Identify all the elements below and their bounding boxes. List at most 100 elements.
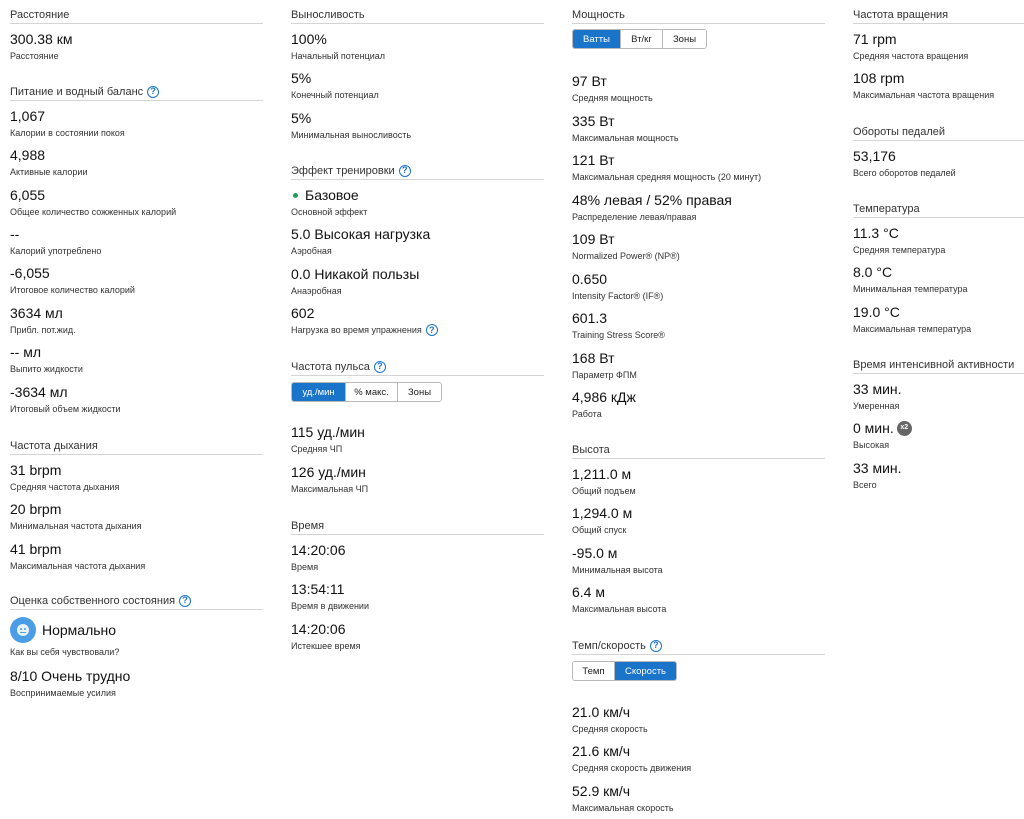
pace-speed-section: Темп/скорость ? Темп Скорость 21.0 км/ч С… <box>572 636 825 813</box>
stat-label: Максимальная частота вращения <box>853 90 995 100</box>
help-circle-icon[interactable]: ? <box>179 594 192 607</box>
stat-primary-effect: Базовое Основной эффект <box>291 186 544 218</box>
stat-min-stamina: 5% Минимальная выносливость <box>291 109 544 141</box>
stat-value: 168 Вт <box>572 350 615 366</box>
stat-value: 1,294.0 м <box>572 505 633 521</box>
stat-value: 14:20:06 <box>291 542 346 558</box>
stat-value: 1,211.0 м <box>572 466 632 482</box>
stat-value: 21.6 км/ч <box>572 743 631 759</box>
stat-value: Нормально <box>42 622 117 638</box>
stat-net-calories: -6,055 Итоговое количество калорий <box>10 264 263 296</box>
stat-value: 0.650 <box>572 271 608 287</box>
section-title: Эффект тренировки ? <box>291 161 544 180</box>
help-circle-icon[interactable]: ? <box>649 639 662 652</box>
stat-min-elevation: -95.0 м Минимальная высота <box>572 544 825 576</box>
stat-value: -- мл <box>10 344 42 360</box>
tab-watts[interactable]: Ватты <box>573 30 621 48</box>
stat-label: Минимальная высота <box>572 565 663 575</box>
section-title: Обороты педалей <box>853 122 1024 141</box>
tab-watts-per-kg[interactable]: Вт/кг <box>621 30 663 48</box>
section-title: Частота пульса ? <box>291 357 544 376</box>
tab-speed[interactable]: Скорость <box>615 662 676 680</box>
stat-value: 6,055 <box>10 187 46 203</box>
breathing-section: Частота дыхания 31 brpm Средняя частота д… <box>10 436 263 571</box>
stat-label: Общий спуск <box>572 525 627 535</box>
stat-label: Умеренная <box>853 401 900 411</box>
stat-label: Максимальная средняя мощность (20 минут) <box>572 172 762 182</box>
tab-pace[interactable]: Темп <box>573 662 615 680</box>
stat-value: 6.4 м <box>572 584 605 600</box>
stat-label: Распределение левая/правая <box>572 212 697 222</box>
stat-moving-time: 13:54:11 Время в движении <box>291 580 544 612</box>
stat-label: Высокая <box>853 440 890 450</box>
temperature-section: Температура 11.3 °C Средняя температура 8… <box>853 199 1024 334</box>
section-title: Выносливость <box>291 5 544 24</box>
stat-label: Итоговый объем жидкости <box>10 404 121 414</box>
stat-value: 108 rpm <box>853 70 905 86</box>
pedal-strokes-section: Обороты педалей 53,176 Всего оборотов пед… <box>853 122 1024 178</box>
stat-value: 21.0 км/ч <box>572 704 631 720</box>
stat-max-breathing: 41 brpm Максимальная частота дыхания <box>10 540 263 572</box>
stat-elapsed-time: 14:20:06 Истекшее время <box>291 620 544 652</box>
stat-start-stamina: 100% Начальный потенциал <box>291 30 544 62</box>
pace-speed-tabs: Темп Скорость <box>572 661 677 681</box>
stat-total-ascent: 1,211.0 м Общий подъем <box>572 465 825 497</box>
stat-value: 335 Вт <box>572 113 615 129</box>
stat-value: 5% <box>291 70 312 86</box>
stat-avg-moving-speed: 21.6 км/ч Средняя скорость движения <box>572 742 825 774</box>
training-effect-section: Эффект тренировки ? Базовое Основной эфф… <box>291 161 544 336</box>
stat-left-right-balance: 48% левая / 52% правая Распределение лева… <box>572 191 825 223</box>
stat-normalized-power: 109 Вт Normalized Power® (NP®) <box>572 230 825 262</box>
tab-percent-max[interactable]: % макс. <box>346 383 398 401</box>
stat-value: 52.9 км/ч <box>572 783 631 799</box>
stat-value: Базовое <box>305 187 359 203</box>
stat-active-calories: 4,988 Активные калории <box>10 146 263 178</box>
multiplier-badge: x2 <box>896 420 912 436</box>
stat-value: 4,986 кДж <box>572 389 636 405</box>
help-circle-icon[interactable]: ? <box>147 85 160 98</box>
stat-value: 100% <box>291 31 327 47</box>
stat-net-fluid: -3634 мл Итоговый объем жидкости <box>10 383 263 415</box>
help-circle-icon[interactable]: ? <box>425 324 438 336</box>
section-title: Время интенсивной активности <box>853 355 1024 374</box>
stat-value: -95.0 м <box>572 545 618 561</box>
time-section: Время 14:20:06 Время 13:54:11 Время в движ… <box>291 516 544 651</box>
stat-label: Максимальная высота <box>572 604 667 614</box>
help-circle-icon[interactable]: ? <box>373 360 386 373</box>
stat-value: 14:20:06 <box>291 621 346 637</box>
stat-training-stress-score: 601.3 Training Stress Score® <box>572 309 825 341</box>
stat-label: Средняя скорость <box>572 724 648 734</box>
stat-vigorous-minutes: 0 мин. x2 Высокая <box>853 419 1024 451</box>
stat-value: 11.3 °C <box>853 225 899 241</box>
tab-bpm[interactable]: уд./мин <box>292 383 346 401</box>
heart-rate-section: Частота пульса ? уд./мин % макс. Зоны 11… <box>291 357 544 494</box>
stat-label: Воспринимаемые усилия <box>10 688 116 698</box>
stat-avg-power: 97 Вт Средняя мощность <box>572 72 825 104</box>
stat-min-temp: 8.0 °C Минимальная температура <box>853 263 1024 295</box>
elevation-section: Высота 1,211.0 м Общий подъем 1,294.0 м Об… <box>572 440 825 614</box>
stat-label: Максимальная скорость <box>572 803 674 813</box>
cadence-section: Частота вращения 71 rpm Средняя частота в… <box>853 5 1024 100</box>
stat-label: Средняя ЧП <box>291 444 343 454</box>
stat-label: Работа <box>572 409 602 419</box>
stat-label: Начальный потенциал <box>291 51 386 61</box>
stat-sweat-loss: 3634 мл Прибл. пот.жид. <box>10 304 263 336</box>
help-circle-icon[interactable]: ? <box>398 164 411 177</box>
stat-label: Средняя частота дыхания <box>10 482 120 492</box>
stat-value: 5% <box>291 110 312 126</box>
stat-max-speed: 52.9 км/ч Максимальная скорость <box>572 782 825 814</box>
stat-ftp: 168 Вт Параметр ФПМ <box>572 349 825 381</box>
stat-label: Время <box>291 562 319 572</box>
stat-label: Всего оборотов педалей <box>853 168 956 178</box>
section-title: Темп/скорость ? <box>572 636 825 655</box>
stat-label: Максимальная температура <box>853 324 972 334</box>
stat-value: 5.0 Высокая нагрузка <box>291 226 431 242</box>
stat-label: Общее количество сожженных калорий <box>10 207 177 217</box>
stat-value: 115 уд./мин <box>291 424 365 440</box>
tab-zones[interactable]: Зоны <box>663 30 706 48</box>
stat-max-hr: 126 уд./мин Максимальная ЧП <box>291 463 544 495</box>
stat-max-power: 335 Вт Максимальная мощность <box>572 112 825 144</box>
stat-avg-breathing: 31 brpm Средняя частота дыхания <box>10 461 263 493</box>
stat-label: Средняя частота вращения <box>853 51 969 61</box>
tab-zones[interactable]: Зоны <box>398 383 441 401</box>
